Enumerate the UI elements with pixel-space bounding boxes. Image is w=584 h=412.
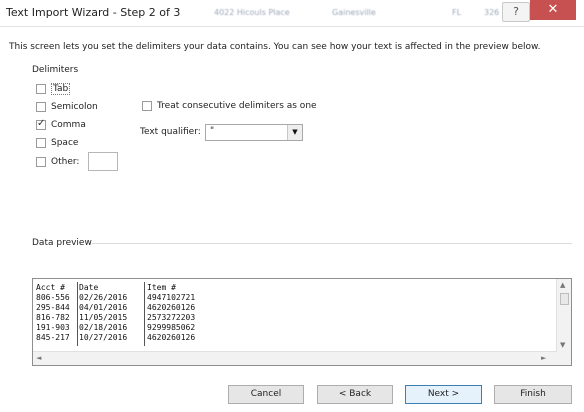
delimiters-group-label: Delimiters	[32, 65, 79, 75]
consecutive-delimiters-label[interactable]: Treat consecutive delimiters as one	[157, 101, 317, 111]
checkmark-icon: ✓	[37, 118, 46, 129]
preview-vertical-scrollbar[interactable]: ▲ ▼	[556, 279, 571, 365]
comma-checkbox-box[interactable]: ✓	[36, 118, 46, 130]
preview-cell: 806-556	[36, 293, 70, 302]
tab-checkbox-box[interactable]	[36, 84, 46, 94]
preview-cell: 9299985062	[147, 323, 196, 332]
preview-cell: 02/18/2016	[79, 323, 128, 332]
next-button[interactable]: Next >	[405, 385, 482, 404]
help-icon: ?	[513, 5, 519, 18]
preview-cell: 4620260126	[147, 333, 196, 342]
preview-cell: 295-844	[36, 303, 70, 312]
finish-button[interactable]: Finish	[494, 385, 572, 404]
preview-cell: 11/05/2015	[79, 313, 128, 322]
comma-checkbox-label[interactable]: Comma	[51, 120, 86, 130]
scrollbar-thumb[interactable]	[560, 293, 569, 305]
data-preview-pane[interactable]: Acct # Date Item # 806-556 02/26/2016 49…	[32, 278, 572, 366]
other-checkbox[interactable]: Other:	[36, 155, 79, 169]
text-qualifier-value: "	[210, 126, 215, 136]
background-title-fragment: 326	[484, 8, 500, 17]
preview-cell: 816-782	[36, 313, 70, 322]
close-icon: ✕	[547, 2, 559, 17]
preview-horizontal-scrollbar[interactable]: ◄ ►	[33, 351, 557, 365]
data-preview-divider	[92, 243, 572, 244]
dropdown-arrow-icon[interactable]: ▼	[287, 125, 302, 140]
preview-header-item: Item #	[147, 283, 176, 292]
background-title-fragment: Gainesville	[332, 8, 376, 17]
text-qualifier-dropdown[interactable]: " ▼	[205, 124, 303, 141]
text-qualifier-label: Text qualifier:	[140, 127, 201, 137]
other-checkbox-box[interactable]	[36, 157, 46, 167]
preview-cell: 4620260126	[147, 303, 196, 312]
preview-cell: 4947102721	[147, 293, 196, 302]
title-bar: Text Import Wizard - Step 2 of 3 4022 Hi…	[0, 0, 584, 27]
window-title: Text Import Wizard - Step 2 of 3	[6, 6, 181, 19]
comma-checkbox[interactable]: ✓ Comma	[36, 118, 86, 132]
space-checkbox-label[interactable]: Space	[51, 138, 78, 148]
background-title-fragment: 4022 Hicouls Place	[214, 8, 290, 17]
preview-cell: 04/01/2016	[79, 303, 128, 312]
tab-checkbox-label[interactable]: Tab	[51, 83, 71, 95]
scroll-up-icon[interactable]: ▲	[560, 281, 565, 289]
scroll-down-icon[interactable]: ▼	[560, 341, 565, 349]
scroll-left-icon[interactable]: ◄	[36, 354, 41, 362]
tab-checkbox[interactable]: Tab	[36, 82, 71, 96]
preview-cell: 2573272203	[147, 313, 196, 322]
back-button[interactable]: < Back	[317, 385, 393, 404]
consecutive-delimiters-checkbox[interactable]: Treat consecutive delimiters as one	[142, 99, 317, 113]
semicolon-checkbox-box[interactable]	[36, 102, 46, 112]
preview-cell: 10/27/2016	[79, 333, 128, 342]
space-checkbox-box[interactable]	[36, 138, 46, 148]
column-separator	[144, 282, 145, 346]
preview-header-acct: Acct #	[36, 283, 65, 292]
wizard-description: This screen lets you set the delimiters …	[9, 42, 541, 52]
preview-cell: 845-217	[36, 333, 70, 342]
preview-cell: 191-903	[36, 323, 70, 332]
semicolon-checkbox[interactable]: Semicolon	[36, 100, 98, 114]
other-delimiter-input[interactable]	[88, 152, 118, 171]
space-checkbox[interactable]: Space	[36, 136, 78, 150]
other-checkbox-label[interactable]: Other:	[51, 157, 79, 167]
data-preview-group-label: Data preview	[32, 238, 92, 248]
cancel-button[interactable]: Cancel	[228, 385, 304, 404]
preview-cell: 02/26/2016	[79, 293, 128, 302]
help-button[interactable]: ?	[502, 2, 530, 22]
column-separator	[77, 282, 78, 346]
consecutive-delimiters-checkbox-box[interactable]	[142, 101, 152, 111]
preview-header-date: Date	[79, 283, 99, 292]
background-title-fragment: FL	[452, 8, 462, 17]
close-button[interactable]: ✕	[530, 0, 576, 20]
semicolon-checkbox-label[interactable]: Semicolon	[51, 102, 98, 112]
scroll-right-icon[interactable]: ►	[541, 354, 546, 362]
